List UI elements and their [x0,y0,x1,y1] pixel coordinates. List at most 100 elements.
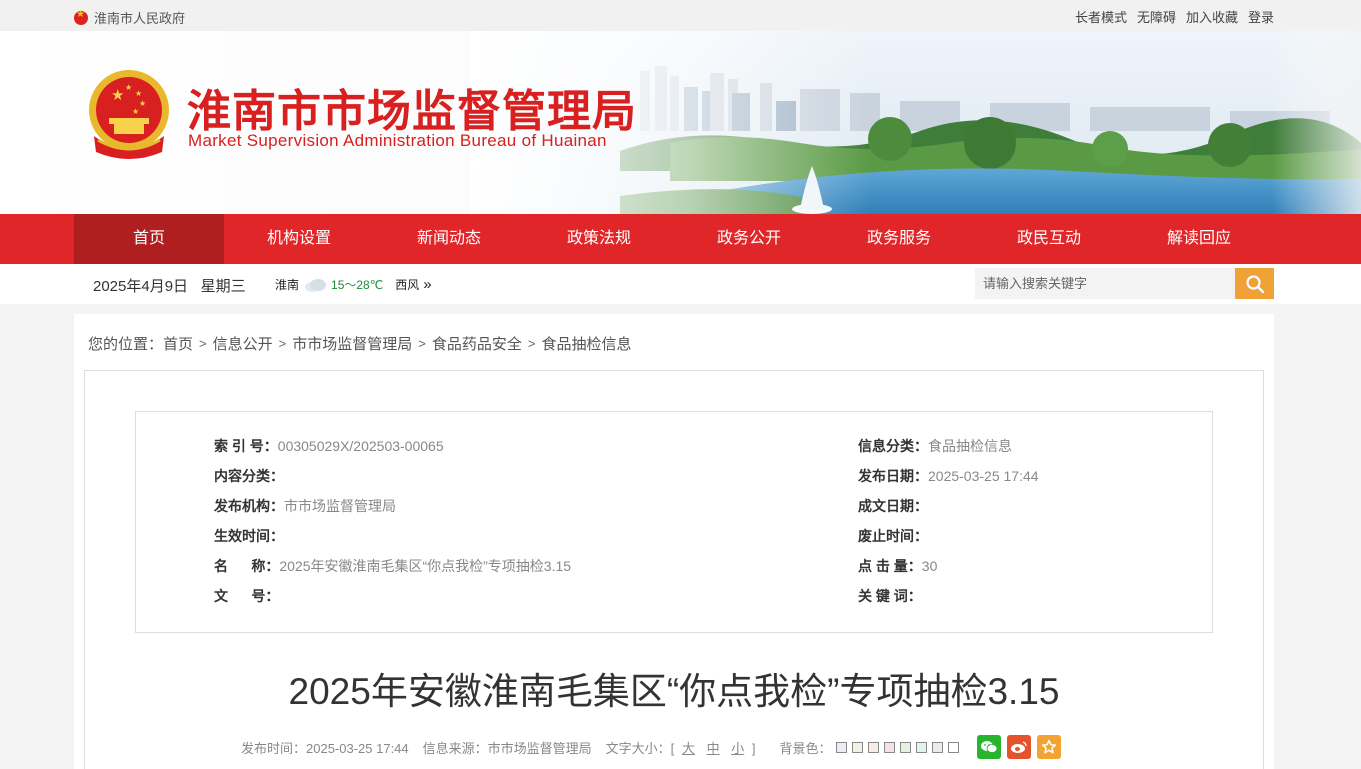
wechat-share-button[interactable] [977,735,1002,759]
accessibility-link[interactable]: 无障碍 [1137,7,1176,26]
weekday-text: 星期三 [200,278,246,295]
metadata-table: 索 引 号： 00305029X/202503-00065 内容分类： 发布机构：… [135,411,1213,633]
meta-value: 2025-03-25 17:44 [928,468,1039,484]
weather-wind: 西风 [395,278,420,292]
breadcrumb-prefix: 您的位置： [88,336,164,353]
meta-key: 废止时间： [858,528,928,544]
meta-row-content-category: 内容分类： [214,466,284,486]
bg-color-swatch[interactable] [836,741,848,753]
search-input[interactable] [975,268,1235,299]
breadcrumb-item-bureau[interactable]: 市市场监督管理局 [292,333,412,354]
bg-color-swatch[interactable] [884,741,896,753]
svg-text:★: ★ [125,83,132,92]
wechat-icon [981,741,998,753]
meta-row-effective-time: 生效时间： [214,526,284,546]
svg-text:★: ★ [135,89,142,98]
font-size-control: 文字大小：[ 大 中 小 ] [606,738,756,757]
bg-color-swatch[interactable] [916,741,928,753]
nav-item-gov-affairs-open[interactable]: 政务公开 [674,214,824,264]
meta-value: 2025年安徽淮南毛集区“你点我检”专项抽检3.15 [279,558,572,574]
svg-text:★: ★ [139,99,146,108]
cloudy-icon [305,278,327,292]
breadcrumb-item-food-drug-safety[interactable]: 食品药品安全 [432,333,522,354]
login-link[interactable]: 登录 [1248,7,1274,26]
weather-city: 淮南 [275,278,300,292]
font-size-medium-button[interactable]: 中 [707,741,720,756]
add-favorite-link[interactable]: 加入收藏 [1186,7,1238,26]
meta-row-publisher: 发布机构： 市市场监督管理局 [214,496,396,516]
bg-color-swatches [831,741,960,753]
bg-color-swatch[interactable] [948,741,960,753]
nav-item-interaction[interactable]: 政民互动 [974,214,1124,264]
font-size-close-bracket: ] [751,740,756,756]
favorite-share-button[interactable] [1037,735,1062,759]
article-panel: 索 引 号： 00305029X/202503-00065 内容分类： 发布机构：… [84,370,1264,769]
breadcrumb-separator: > [527,336,536,351]
meta-key: 发布机构： [214,498,284,514]
search-button[interactable] [1235,268,1274,299]
main-nav: 首页 机构设置 新闻动态 政策法规 政务公开 政务服务 政民互动 解读回应 [0,214,1361,264]
nav-item-news[interactable]: 新闻动态 [374,214,524,264]
breadcrumb-separator: > [418,336,426,351]
site-name-link[interactable]: 淮南市人民政府 [74,8,185,27]
bg-color-swatch[interactable] [900,741,912,753]
national-emblem-logo: ★ ★ ★ ★ ★ [89,70,169,159]
weibo-share-button[interactable] [1007,735,1032,759]
bureau-title-en: Market Supervision Administration Bureau… [188,131,607,150]
meta-value: 00305029X/202503-00065 [277,438,444,454]
weather-temp: 15～28℃ [331,278,384,292]
nav-item-policies[interactable]: 政策法规 [524,214,674,264]
meta-key: 名 称： [214,558,280,574]
nav-item-organization[interactable]: 机构设置 [224,214,374,264]
weibo-icon [1011,741,1028,753]
article-title: 2025年安徽淮南毛集区“你点我检”专项抽检3.15 [288,671,1060,712]
content-area: 您的位置： 首页 > 信息公开 > 市市场监督管理局 > 食品药品安全 > 食品… [74,314,1274,769]
header-banner: ★ ★ ★ ★ ★ 淮南市市场监督管理局 Market Supervision … [0,31,1361,214]
svg-text:★: ★ [132,107,139,116]
publish-time: 发布时间：2025-03-25 17:44 [241,740,409,756]
meta-row-doc-number: 文 号： [214,586,279,606]
bg-color-swatch[interactable] [868,741,880,753]
meta-row-publish-date: 发布日期： 2025-03-25 17:44 [858,466,1039,486]
nav-item-interpretation[interactable]: 解读回应 [1124,214,1274,264]
bg-color-swatch[interactable] [852,741,864,753]
svg-text:★: ★ [111,86,124,104]
meta-value: 市市场监督管理局 [284,498,396,514]
search-icon [1245,274,1264,293]
meta-row-expiry-time: 废止时间： [858,526,928,546]
top-bar: 淮南市人民政府 长者模式 无障碍 加入收藏 登录 [0,0,1361,31]
star-icon [1042,739,1057,754]
current-date: 2025年4月9日 星期三 [93,275,246,296]
font-size-large-button[interactable]: 大 [682,741,695,756]
info-bar: 2025年4月9日 星期三 淮南 15～28℃ 西风 » [0,264,1361,304]
breadcrumb-separator: > [199,336,207,351]
meta-row-keywords: 关 键 词： [858,586,922,606]
meta-key: 信息分类： [858,438,928,454]
meta-value: 30 [921,558,938,574]
breadcrumb-item-food-inspection[interactable]: 食品抽检信息 [541,333,631,354]
meta-key: 发布日期： [858,468,928,484]
top-links: 长者模式 无障碍 加入收藏 登录 [1075,7,1274,26]
meta-row-written-date: 成文日期： [858,496,928,516]
weather-widget[interactable]: 淮南 15～28℃ 西风 » [275,276,432,293]
site-name: 淮南市人民政府 [94,11,186,26]
bureau-title-cn: 淮南市市场监督管理局 [187,86,637,137]
meta-key: 生效时间： [214,528,284,544]
nav-item-gov-services[interactable]: 政务服务 [824,214,974,264]
elder-mode-link[interactable]: 长者模式 [1075,7,1127,26]
national-emblem-icon [74,9,88,25]
chevron-right-icon: » [423,276,432,293]
meta-key: 内容分类： [214,468,284,484]
meta-value: 食品抽检信息 [928,438,1012,454]
share-buttons [977,735,1062,759]
meta-key: 点 击 量： [858,558,922,574]
bg-color-swatch[interactable] [932,741,944,753]
meta-row-index: 索 引 号： 00305029X/202503-00065 [214,436,444,456]
breadcrumb-item-home[interactable]: 首页 [163,333,193,354]
meta-key: 成文日期： [858,498,928,514]
meta-key: 文 号： [214,588,280,604]
font-size-small-button[interactable]: 小 [731,741,744,756]
meta-row-info-category: 信息分类： 食品抽检信息 [858,436,1012,456]
nav-item-home[interactable]: 首页 [74,214,224,264]
breadcrumb-item-info-open[interactable]: 信息公开 [213,333,273,354]
